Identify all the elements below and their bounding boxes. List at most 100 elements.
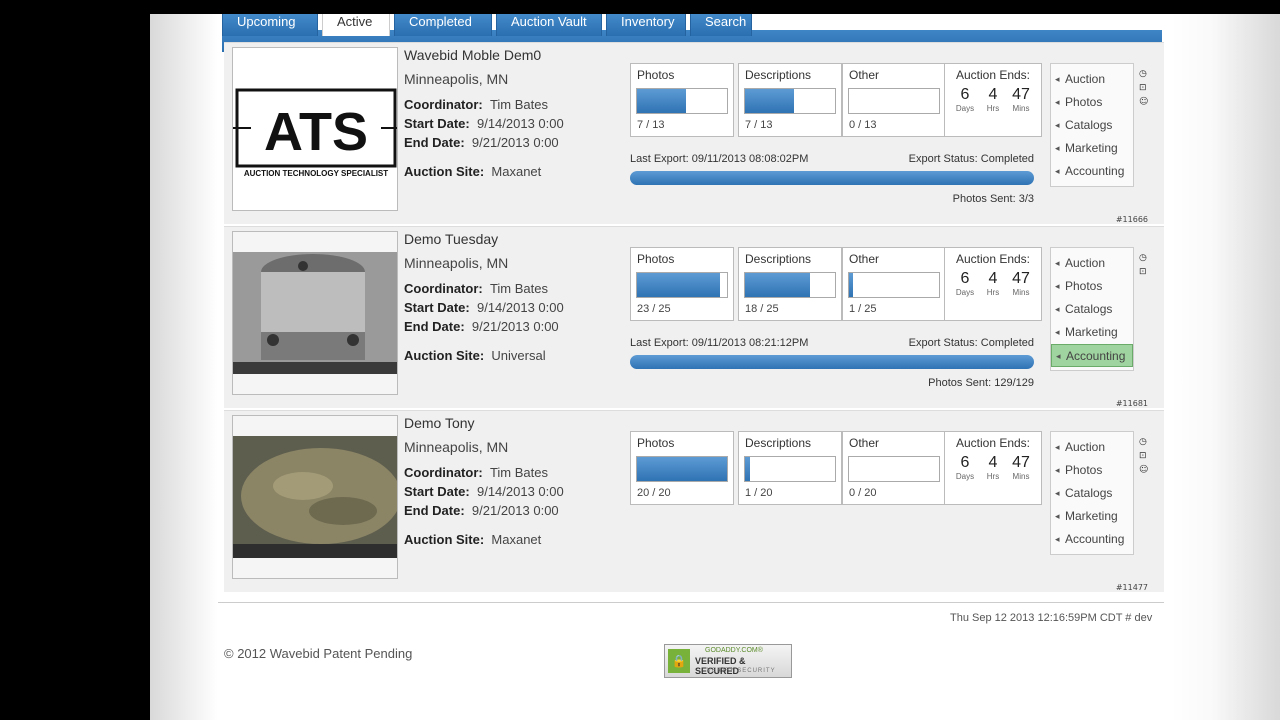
auction-site-value: Universal xyxy=(491,348,546,363)
menu-auction[interactable]: Auction xyxy=(1051,68,1133,91)
lock-icon[interactable]: ⊡ xyxy=(1139,265,1149,279)
user-icon[interactable]: ☺ xyxy=(1139,95,1149,109)
letterbox-top xyxy=(150,0,1280,14)
auction-title[interactable]: Wavebid Moble Dem0 xyxy=(404,47,634,63)
last-export-label: Last Export: xyxy=(630,153,689,165)
end-date-value: 9/21/2013 0:00 xyxy=(471,503,559,518)
menu-photos[interactable]: Photos xyxy=(1051,91,1133,114)
start-date-label: Start Date: xyxy=(404,116,470,131)
auction-row: Demo Tony Minneapolis, MN Coordinator: T… xyxy=(224,410,1164,592)
coordinator-label: Coordinator: xyxy=(404,281,483,296)
coordinator-value: Tim Bates xyxy=(489,465,548,480)
server-timestamp: Thu Sep 12 2013 12:16:59PM CDT # dev xyxy=(950,612,1153,624)
auction-thumbnail[interactable] xyxy=(232,415,398,579)
menu-marketing[interactable]: Marketing xyxy=(1051,321,1133,344)
menu-accounting[interactable]: Accounting xyxy=(1051,344,1133,368)
end-date-value: 9/21/2013 0:00 xyxy=(471,135,559,150)
descriptions-progress[interactable]: Descriptions 7 / 13 xyxy=(738,63,842,137)
menu-marketing[interactable]: Marketing xyxy=(1051,137,1133,160)
auction-row: ATS AUCTION TECHNOLOGY SPECIALIST Wavebi… xyxy=(224,42,1164,224)
lock-icon[interactable]: ⊡ xyxy=(1139,449,1149,463)
last-export-value: 09/11/2013 08:08:02PM xyxy=(691,153,809,165)
export-progress-bar xyxy=(630,355,1034,369)
clock-icon[interactable]: ◷ xyxy=(1139,251,1149,265)
menu-marketing[interactable]: Marketing xyxy=(1051,505,1133,528)
descriptions-progress[interactable]: Descriptions 1 / 20 xyxy=(738,431,842,505)
start-date-value: 9/14/2013 0:00 xyxy=(476,300,564,315)
godaddy-security-badge[interactable]: 🔒 GODADDY.COM® VERIFIED & SECURED VERIFY… xyxy=(664,644,792,678)
auction-id: #11666 xyxy=(1115,215,1148,224)
ats-logo: ATS AUCTION TECHNOLOGY SPECIALIST xyxy=(233,88,397,178)
user-icon[interactable]: ☺ xyxy=(1139,463,1149,477)
start-date-value: 9/14/2013 0:00 xyxy=(476,116,564,131)
auction-ends-timer: Auction Ends: 6 Days 4 Hrs 47 Mins xyxy=(944,247,1042,321)
export-progress-bar xyxy=(630,171,1034,185)
menu-auction[interactable]: Auction xyxy=(1051,436,1133,459)
last-export-label: Last Export: xyxy=(630,337,689,349)
auction-menu: Auction Photos Catalogs Marketing Accoun… xyxy=(1050,247,1134,371)
auction-title[interactable]: Demo Tuesday xyxy=(404,231,634,247)
start-date-label: Start Date: xyxy=(404,484,470,499)
auction-location: Minneapolis, MN xyxy=(404,439,509,455)
auction-thumbnail[interactable] xyxy=(232,231,398,395)
auction-location: Minneapolis, MN xyxy=(404,255,509,271)
last-export-value: 09/11/2013 08:21:12PM xyxy=(691,337,809,349)
auction-id: #11477 xyxy=(1115,583,1148,592)
auction-info: Demo Tony Minneapolis, MN Coordinator: T… xyxy=(404,415,634,551)
menu-auction[interactable]: Auction xyxy=(1051,252,1133,275)
other-progress[interactable]: Other 1 / 25 xyxy=(842,247,946,321)
menu-accounting[interactable]: Accounting xyxy=(1051,528,1133,551)
menu-photos[interactable]: Photos xyxy=(1051,275,1133,298)
padlock-icon: 🔒 xyxy=(668,649,690,673)
auction-site-label: Auction Site: xyxy=(404,348,485,363)
auction-info: Wavebid Moble Dem0 Minneapolis, MN Coord… xyxy=(404,47,634,183)
end-date-value: 9/21/2013 0:00 xyxy=(471,319,559,334)
auction-ends-timer: Auction Ends: 6 Days 4 Hrs 47 Mins xyxy=(944,63,1042,137)
duck-decoy-photo xyxy=(233,416,397,578)
auction-site-value: Maxanet xyxy=(491,532,542,547)
auction-menu: Auction Photos Catalogs Marketing Accoun… xyxy=(1050,63,1134,187)
end-date-label: End Date: xyxy=(404,319,465,334)
clock-icon[interactable]: ◷ xyxy=(1139,435,1149,449)
menu-catalogs[interactable]: Catalogs xyxy=(1051,298,1133,321)
auction-thumbnail[interactable]: ATS AUCTION TECHNOLOGY SPECIALIST xyxy=(232,47,398,211)
export-section: Last Export: 09/11/2013 08:08:02PM Expor… xyxy=(630,153,1034,205)
end-date-label: End Date: xyxy=(404,503,465,518)
app-window: Upcoming Active Completed Auction Vault … xyxy=(150,0,1280,720)
auction-id: #11681 xyxy=(1115,399,1148,408)
menu-photos[interactable]: Photos xyxy=(1051,459,1133,482)
clock-icon[interactable]: ◷ xyxy=(1139,67,1149,81)
auction-site-value: Maxanet xyxy=(491,164,542,179)
other-progress[interactable]: Other 0 / 20 xyxy=(842,431,946,505)
coordinator-label: Coordinator: xyxy=(404,465,483,480)
export-status-value: Completed xyxy=(980,337,1034,349)
end-date-label: End Date: xyxy=(404,135,465,150)
export-status-value: Completed xyxy=(980,153,1034,165)
footer-divider xyxy=(218,602,1164,603)
start-date-label: Start Date: xyxy=(404,300,470,315)
menu-catalogs[interactable]: Catalogs xyxy=(1051,482,1133,505)
auction-menu: Auction Photos Catalogs Marketing Accoun… xyxy=(1050,431,1134,555)
photos-progress[interactable]: Photos 7 / 13 xyxy=(630,63,734,137)
other-progress[interactable]: Other 0 / 13 xyxy=(842,63,946,137)
photos-progress[interactable]: Photos 23 / 25 xyxy=(630,247,734,321)
auction-location: Minneapolis, MN xyxy=(404,71,509,87)
letterbox-left xyxy=(0,0,150,720)
machine-part-photo xyxy=(233,232,397,394)
auction-ends-timer: Auction Ends: 6 Days 4 Hrs 47 Mins xyxy=(944,431,1042,505)
auction-site-label: Auction Site: xyxy=(404,532,485,547)
photos-progress[interactable]: Photos 20 / 20 xyxy=(630,431,734,505)
auction-row: Demo Tuesday Minneapolis, MN Coordinator… xyxy=(224,226,1164,408)
menu-accounting[interactable]: Accounting xyxy=(1051,160,1133,183)
photos-sent-value: 3/3 xyxy=(1018,193,1034,205)
start-date-value: 9/14/2013 0:00 xyxy=(476,484,564,499)
coordinator-value: Tim Bates xyxy=(489,281,548,296)
auction-site-label: Auction Site: xyxy=(404,164,485,179)
menu-catalogs[interactable]: Catalogs xyxy=(1051,114,1133,137)
auction-title[interactable]: Demo Tony xyxy=(404,415,634,431)
descriptions-progress[interactable]: Descriptions 18 / 25 xyxy=(738,247,842,321)
logo-text: ATS xyxy=(264,102,368,162)
logo-subtitle: AUCTION TECHNOLOGY SPECIALIST xyxy=(244,169,388,178)
auction-info: Demo Tuesday Minneapolis, MN Coordinator… xyxy=(404,231,634,367)
lock-icon[interactable]: ⊡ xyxy=(1139,81,1149,95)
